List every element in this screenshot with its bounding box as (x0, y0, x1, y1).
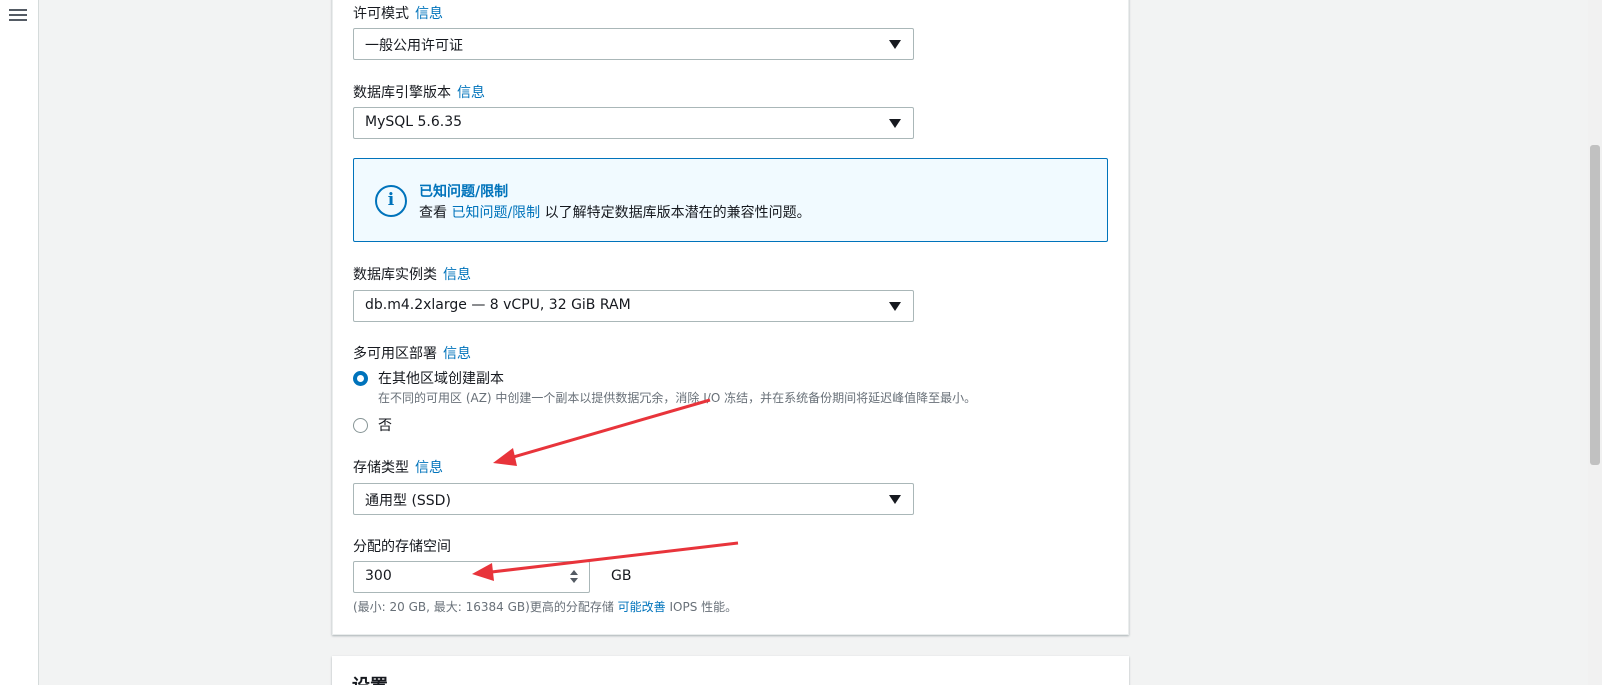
iops-improve-link[interactable]: 可能改善 (618, 600, 666, 614)
left-navigation-rail (0, 0, 39, 685)
storage-type-info-link[interactable]: 信息 (415, 460, 443, 476)
hamburger-menu-icon[interactable] (9, 6, 27, 22)
multi-az-create-replica-description: 在不同的可用区 (AZ) 中创建一个副本以提供数据冗余，消除 I/O 冻结，并在… (378, 391, 977, 405)
engine-version-label: 数据库引擎版本 信息 (353, 85, 485, 101)
instance-class-info-link[interactable]: 信息 (443, 267, 471, 283)
settings-section-title: 设置 (352, 672, 388, 685)
multi-az-no-label[interactable]: 否 (378, 415, 392, 435)
info-icon: i (375, 185, 407, 217)
allocated-storage-label: 分配的存储空间 (353, 539, 451, 555)
allocated-storage-input[interactable]: 300 (353, 561, 590, 593)
caret-down-icon (889, 495, 901, 504)
license-model-label: 许可模式 信息 (353, 6, 443, 22)
known-issues-alert: i 已知问题/限制 查看 已知问题/限制 以了解特定数据库版本潜在的兼容性问题。 (353, 158, 1108, 242)
page-scrollbar-track[interactable] (1588, 0, 1602, 685)
instance-class-label: 数据库实例类 信息 (353, 267, 471, 283)
multi-az-label: 多可用区部署 信息 (353, 346, 471, 362)
license-info-link[interactable]: 信息 (415, 6, 443, 22)
storage-type-label: 存储类型 信息 (353, 460, 443, 476)
caret-down-icon (889, 40, 901, 49)
multi-az-create-replica-label[interactable]: 在其他区域创建副本 (378, 368, 504, 388)
alert-title: 已知问题/限制 (419, 184, 509, 200)
number-spinner-icon[interactable] (569, 569, 579, 585)
instance-class-select[interactable]: db.m4.2xlarge — 8 vCPU, 32 GiB RAM (353, 290, 914, 322)
page-scrollbar-thumb[interactable] (1590, 145, 1600, 465)
caret-down-icon (889, 119, 901, 128)
license-model-select[interactable]: 一般公用许可证 (353, 28, 914, 60)
alert-text: 查看 已知问题/限制 以了解特定数据库版本潜在的兼容性问题。 (419, 205, 811, 221)
engine-version-info-link[interactable]: 信息 (457, 85, 485, 101)
multi-az-create-replica-radio[interactable] (353, 371, 368, 386)
storage-unit-label: GB (611, 568, 632, 584)
storage-type-select[interactable]: 通用型 (SSD) (353, 483, 914, 515)
known-issues-link[interactable]: 已知问题/限制 (451, 205, 540, 221)
multi-az-no-radio[interactable] (353, 418, 368, 433)
multi-az-info-link[interactable]: 信息 (443, 346, 471, 362)
engine-version-select[interactable]: MySQL 5.6.35 (353, 107, 914, 139)
settings-panel: 设置 (332, 656, 1129, 685)
allocated-storage-hint: (最小: 20 GB, 最大: 16384 GB)更高的分配存储 可能改善 IO… (353, 600, 738, 614)
caret-down-icon (889, 302, 901, 311)
